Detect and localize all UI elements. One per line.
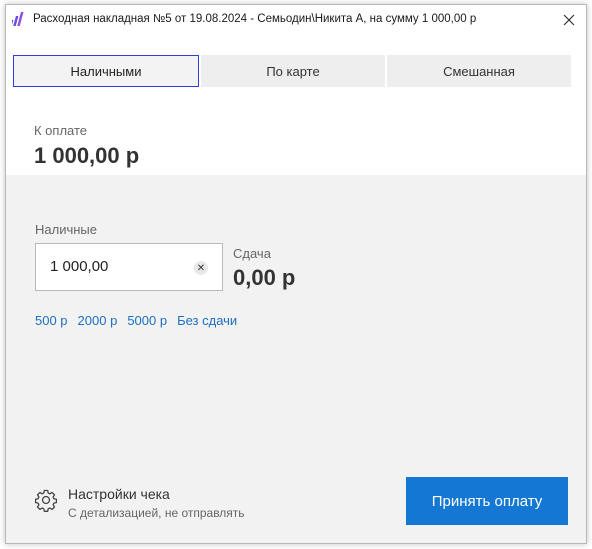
amount-due-label: К оплате	[34, 123, 88, 138]
quick-amount-2000-link[interactable]: 2000 р	[78, 313, 118, 328]
tab-mixed[interactable]: Смешанная	[387, 55, 571, 87]
receipt-settings[interactable]: Настройки чека С детализацией, не отправ…	[34, 485, 294, 525]
receipt-settings-title: Настройки чека	[68, 486, 170, 502]
close-icon	[563, 14, 575, 26]
change-amount: 0,00 р	[233, 265, 296, 290]
window-title: Расходная накладная №5 от 19.08.2024 - С…	[33, 13, 477, 25]
payment-summary-panel: Наличными По карте Смешанная К оплате 1 …	[6, 35, 586, 175]
amount-due-value: 1 000,00 р	[34, 143, 140, 168]
cash-amount-value[interactable]: 1 000,00	[50, 258, 108, 275]
close-button[interactable]	[558, 10, 580, 30]
tab-card[interactable]: По карте	[201, 55, 385, 87]
title-bar: Расходная накладная №5 от 19.08.2024 - С…	[6, 5, 586, 35]
change-label: Сдача	[233, 246, 271, 261]
receipt-settings-subtitle: С детализацией, не отправлять	[68, 506, 245, 520]
app-logo-icon	[12, 12, 24, 26]
quick-amount-5000-link[interactable]: 5000 р	[127, 313, 167, 328]
accept-payment-button[interactable]: Принять оплату	[406, 477, 568, 525]
quick-amounts: 500 р 2000 р 5000 р Без сдачи	[35, 313, 237, 328]
payment-window: Расходная накладная №5 от 19.08.2024 - С…	[5, 4, 587, 544]
tab-cash[interactable]: Наличными	[13, 55, 199, 87]
gear-icon	[34, 489, 58, 512]
no-change-link[interactable]: Без сдачи	[177, 313, 237, 328]
clear-input-icon[interactable]: ✕	[194, 261, 208, 275]
cash-field-label: Наличные	[35, 222, 97, 237]
payment-method-tabs: Наличными По карте Смешанная	[13, 55, 573, 87]
cash-amount-input[interactable]: 1 000,00 ✕	[35, 243, 223, 291]
quick-amount-500-link[interactable]: 500 р	[35, 313, 68, 328]
